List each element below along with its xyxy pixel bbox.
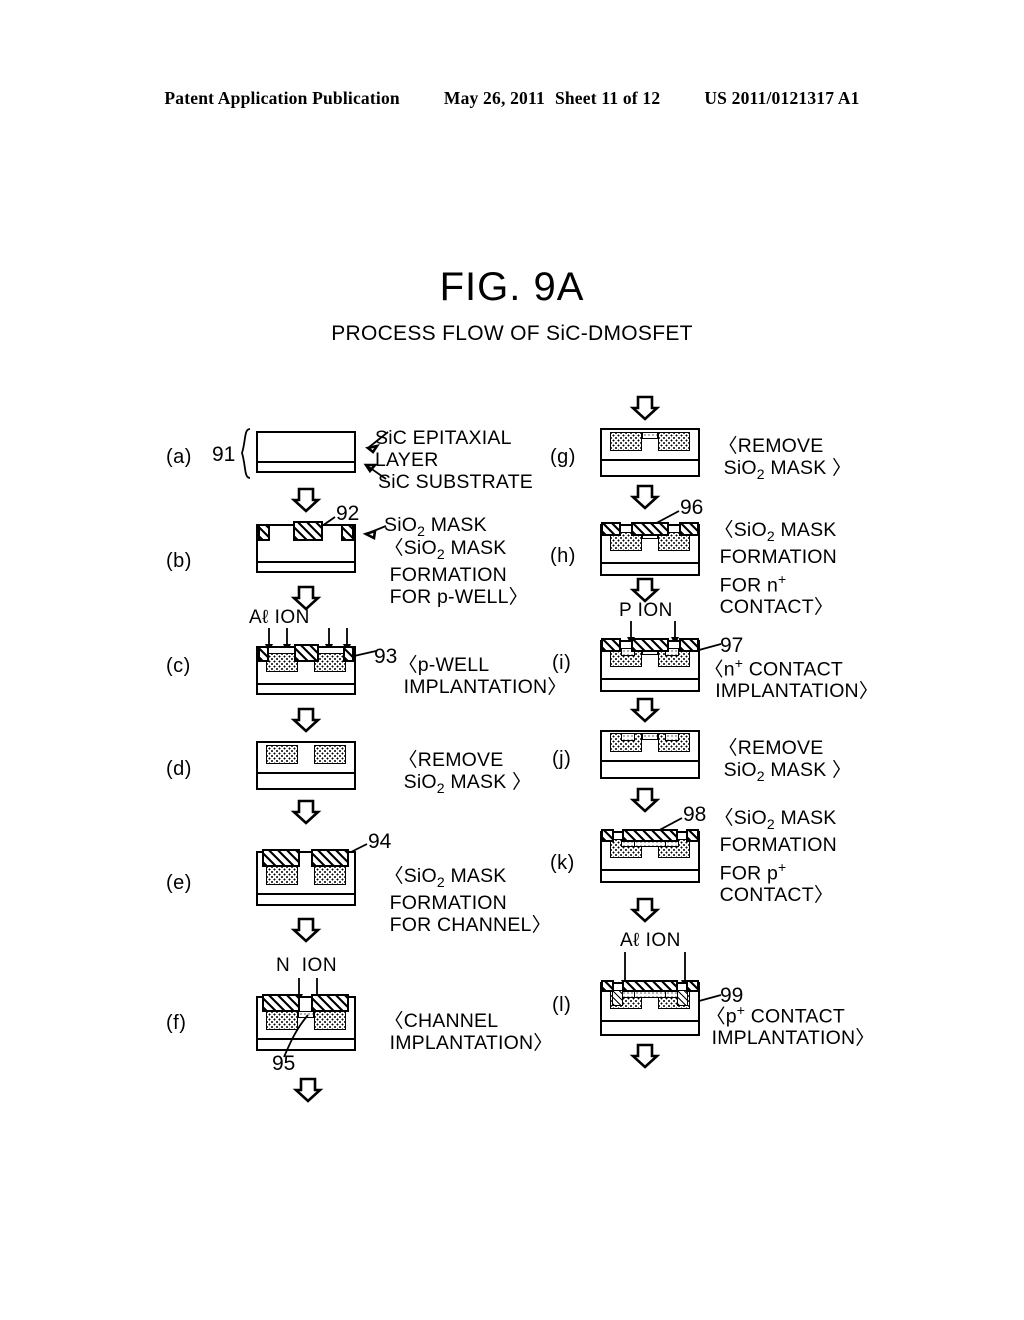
ion-label-i: P ION (619, 600, 673, 621)
label-sic-substrate: SiC SUBSTRATE (378, 471, 534, 493)
caption-step-j: 〈REMOVE SiO2 MASK 〉 (718, 737, 852, 784)
header-sheet: Sheet 11 of 12 (554, 88, 661, 108)
ion-label-l: Aℓ ION (620, 930, 681, 951)
flow-arrow-k-l (629, 897, 661, 923)
caption-step-e: 〈SiO2 MASK FORMATION FOR CHANNEL〉 (384, 865, 552, 936)
flow-arrow-into-g (629, 395, 661, 421)
substrate-divider-h (600, 562, 700, 564)
step-refnum-91: 91 (212, 443, 236, 466)
flow-arrow-g-h (629, 484, 661, 510)
step-refnum-93: 93 (374, 645, 398, 668)
flow-arrow-d-e (290, 799, 322, 825)
flow-arrow-e-f (290, 917, 322, 943)
substrate-divider-e (256, 893, 356, 895)
step-label-a: (a) (166, 446, 192, 468)
step-label-g: (g) (550, 446, 576, 468)
pwell-region-d2 (314, 745, 346, 764)
channel-region-g (642, 432, 658, 439)
caption-step-g: 〈REMOVE SiO2 MASK 〉 (718, 435, 852, 482)
step-label-h: (h) (550, 545, 576, 567)
header-date: May 26, 2011 (443, 88, 545, 108)
substrate-divider-j (600, 760, 700, 762)
step-label-c: (c) (166, 655, 191, 677)
pcontact-region-l2 (677, 990, 688, 1006)
pwell-region-f2 (314, 1011, 346, 1030)
channel-region-j (642, 733, 658, 740)
flow-arrow-a-b (290, 487, 322, 513)
substrate-divider-l (600, 1020, 700, 1022)
flow-arrow-h-i (629, 577, 661, 603)
caption-step-h: 〈SiO2 MASK FORMATION FOR n+ CONTACT〉 (714, 519, 837, 618)
step-label-b: (b) (166, 550, 192, 572)
sio2-mask-block-i1 (601, 638, 621, 652)
sio2-mask-block-h2 (631, 522, 669, 536)
substrate-divider-i (600, 678, 700, 680)
figure-number: FIG. 9A (439, 265, 585, 309)
step-label-d: (d) (166, 758, 192, 780)
step-label-e: (e) (166, 872, 192, 894)
pwell-region-e2 (314, 866, 346, 885)
sio2-mask-block-l1 (601, 980, 614, 992)
step-label-l: (l) (552, 994, 572, 1016)
caption-step-d: 〈REMOVE SiO2 MASK 〉 (398, 749, 532, 796)
caption-step-c: 〈p-WELL IMPLANTATION〉 (398, 654, 567, 698)
substrate-divider-k (600, 869, 700, 871)
caption-step-b: 〈SiO2 MASK FORMATION FOR p-WELL〉 (384, 537, 529, 608)
step-label-k: (k) (550, 852, 575, 874)
sio2-mask-block-e2 (311, 849, 349, 867)
caption-step-i: 〈n+ CONTACT IMPLANTATION〉 (704, 655, 879, 702)
step-refnum-95: 95 (272, 1052, 296, 1075)
pwell-region-d1 (266, 745, 298, 764)
sio2-mask-block-k3 (686, 829, 699, 842)
substrate-divider-g (600, 459, 700, 461)
brace-91 (241, 428, 251, 479)
header-docnumber: US 2011/0121317 A1 (704, 88, 860, 108)
sio2-mask-block-f1 (262, 994, 300, 1012)
caption-step-f: 〈CHANNEL IMPLANTATION〉 (384, 1010, 553, 1054)
sio2-mask-block-b2 (293, 521, 323, 541)
sio2-mask-block-h3 (679, 522, 699, 536)
pwell-region-g1 (610, 432, 642, 451)
substrate-divider-c (256, 683, 356, 685)
sio2-mask-block-l2 (622, 980, 678, 992)
substrate-divider-a (256, 461, 356, 463)
wafer-body-a (256, 431, 356, 473)
sio2-mask-block-i3 (679, 638, 699, 652)
page-header: Patent Application Publication May 26, 2… (0, 88, 1024, 109)
header-publication: Patent Application Publication (164, 88, 400, 108)
sio2-mask-block-i2 (631, 638, 669, 652)
sio2-mask-block-c1 (258, 646, 269, 662)
patent-figure-page: Patent Application Publication May 26, 2… (0, 0, 1024, 1320)
flow-arrow-l-next (629, 1043, 661, 1069)
leader-sio2-mask-b (362, 525, 387, 540)
pcontact-region-l1 (612, 990, 623, 1006)
flow-arrow-f-next (292, 1077, 324, 1103)
flow-arrow-c-d (290, 707, 322, 733)
sio2-mask-block-e1 (262, 849, 300, 867)
sio2-mask-block-f2 (311, 994, 349, 1012)
sio2-mask-block-c2 (294, 644, 319, 662)
substrate-divider-d (256, 772, 356, 774)
ion-label-c: Aℓ ION (249, 607, 310, 628)
ncontact-region-j1 (621, 733, 635, 741)
sio2-mask-block-l3 (686, 980, 699, 992)
step-label-f: (f) (166, 1012, 187, 1034)
flow-arrow-j-k (629, 787, 661, 813)
ion-label-f: N ION (276, 955, 338, 976)
sio2-mask-block-h1 (601, 522, 621, 536)
sio2-mask-block-b1 (258, 524, 270, 541)
flow-arrow-i-j (629, 697, 661, 723)
sio2-mask-block-k1 (601, 829, 614, 842)
step-label-i: (i) (552, 652, 572, 674)
substrate-divider-b (256, 561, 356, 563)
caption-step-k: 〈SiO2 MASK FORMATION FOR p+ CONTACT〉 (714, 807, 837, 906)
figure-subtitle: PROCESS FLOW OF SiC-DMOSFET (331, 322, 693, 345)
sio2-mask-block-k2 (622, 829, 678, 842)
ncontact-region-j2 (665, 733, 679, 741)
step-label-j: (j) (552, 748, 572, 770)
pwell-region-e1 (266, 866, 298, 885)
pwell-region-g2 (658, 432, 690, 451)
caption-step-l: 〈p+ CONTACT IMPLANTATION〉 (706, 1002, 875, 1049)
